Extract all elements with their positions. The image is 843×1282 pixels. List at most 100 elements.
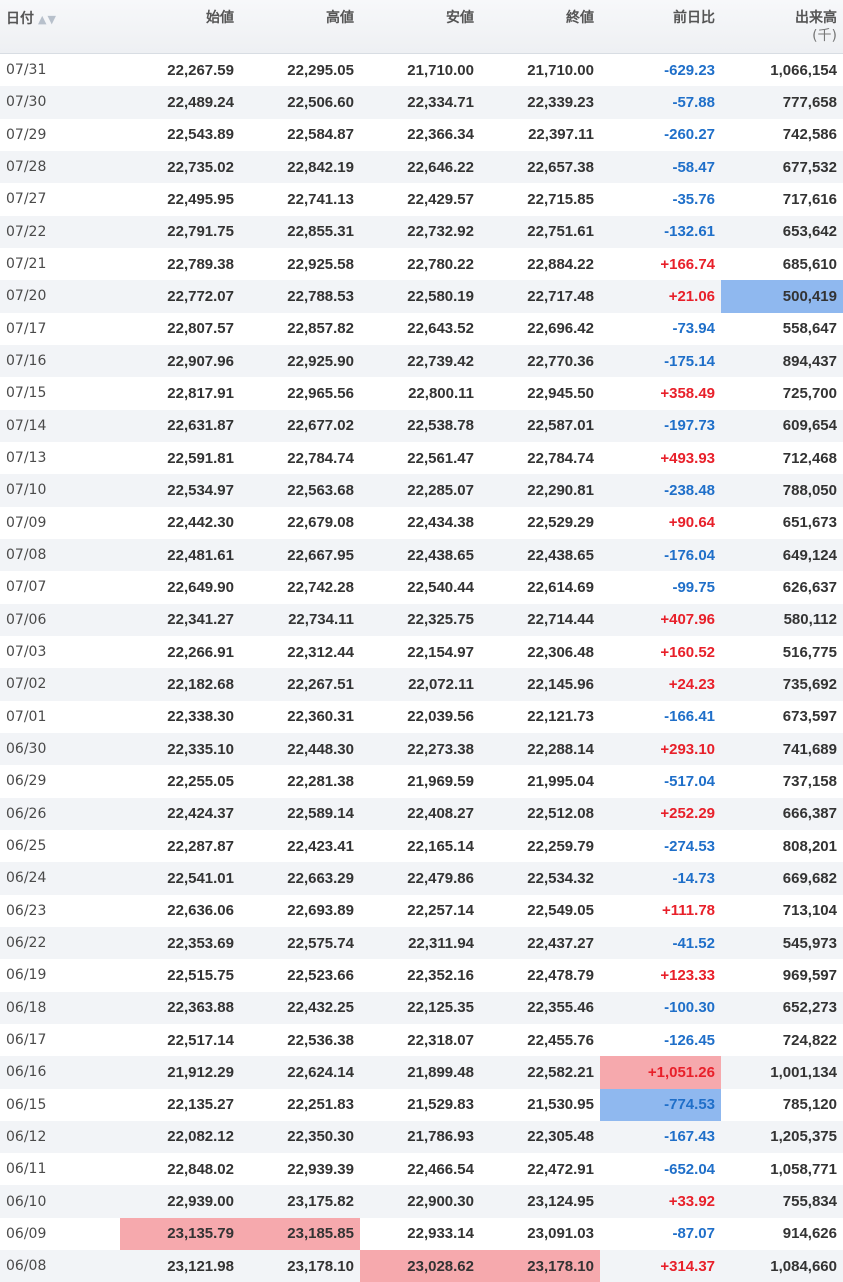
table-row: 07/2822,735.0222,842.1922,646.2222,657.3… [0, 151, 843, 183]
open-cell: 22,534.97 [120, 474, 240, 506]
close-cell: 22,305.48 [480, 1121, 600, 1153]
open-cell: 22,481.61 [120, 539, 240, 571]
low-cell: 21,529.83 [360, 1089, 480, 1121]
high-cell: 22,667.95 [240, 539, 360, 571]
sort-arrows-icon[interactable]: ▲▼ [38, 13, 57, 26]
low-cell: 22,072.11 [360, 668, 480, 700]
open-cell: 22,424.37 [120, 798, 240, 830]
low-cell: 22,580.19 [360, 280, 480, 312]
date-cell: 06/25 [0, 830, 120, 862]
date-column-header[interactable]: 日付▲▼ [0, 0, 120, 54]
change-cell: +24.23 [600, 668, 721, 700]
low-cell: 22,643.52 [360, 313, 480, 345]
table-row: 06/0823,121.9823,178.1023,028.6223,178.1… [0, 1250, 843, 1282]
volume-cell: 713,104 [721, 895, 843, 927]
table-row: 06/2322,636.0622,693.8922,257.1422,549.0… [0, 895, 843, 927]
high-cell: 22,734.11 [240, 604, 360, 636]
table-row: 07/0322,266.9122,312.4422,154.9722,306.4… [0, 636, 843, 668]
high-cell: 22,842.19 [240, 151, 360, 183]
table-row: 06/2422,541.0122,663.2922,479.8622,534.3… [0, 862, 843, 894]
date-cell: 07/22 [0, 216, 120, 248]
close-cell: 21,530.95 [480, 1089, 600, 1121]
table-row: 07/0222,182.6822,267.5122,072.1122,145.9… [0, 668, 843, 700]
open-cell: 22,341.27 [120, 604, 240, 636]
close-cell: 22,714.44 [480, 604, 600, 636]
open-cell: 22,817.91 [120, 377, 240, 409]
change-cell: -57.88 [600, 86, 721, 118]
low-cell: 22,125.35 [360, 992, 480, 1024]
table-row: 07/0922,442.3022,679.0822,434.3822,529.2… [0, 507, 843, 539]
date-cell: 07/03 [0, 636, 120, 668]
high-cell: 23,178.10 [240, 1250, 360, 1282]
close-cell: 23,124.95 [480, 1185, 600, 1217]
volume-cell: 677,532 [721, 151, 843, 183]
low-cell: 22,933.14 [360, 1218, 480, 1250]
table-body: 07/3122,267.5922,295.0521,710.0021,710.0… [0, 54, 843, 1282]
open-cell: 22,082.12 [120, 1121, 240, 1153]
low-cell: 22,479.86 [360, 862, 480, 894]
close-cell: 22,657.38 [480, 151, 600, 183]
low-cell: 22,780.22 [360, 248, 480, 280]
low-cell: 22,739.42 [360, 345, 480, 377]
high-cell: 22,575.74 [240, 927, 360, 959]
low-cell: 22,540.44 [360, 571, 480, 603]
close-cell: 22,549.05 [480, 895, 600, 927]
open-cell: 22,489.24 [120, 86, 240, 118]
high-cell: 22,360.31 [240, 701, 360, 733]
volume-cell: 914,626 [721, 1218, 843, 1250]
close-cell: 22,582.21 [480, 1056, 600, 1088]
table-row: 06/1522,135.2722,251.8321,529.8321,530.9… [0, 1089, 843, 1121]
close-cell: 22,355.46 [480, 992, 600, 1024]
date-cell: 07/31 [0, 54, 120, 87]
close-cell: 22,437.27 [480, 927, 600, 959]
table-row: 06/1621,912.2922,624.1421,899.4822,582.2… [0, 1056, 843, 1088]
table-row: 06/2922,255.0522,281.3821,969.5921,995.0… [0, 765, 843, 797]
open-cell: 22,363.88 [120, 992, 240, 1024]
low-cell: 22,318.07 [360, 1024, 480, 1056]
volume-cell: 652,273 [721, 992, 843, 1024]
table-row: 07/1022,534.9722,563.6822,285.0722,290.8… [0, 474, 843, 506]
open-cell: 22,541.01 [120, 862, 240, 894]
date-cell: 07/20 [0, 280, 120, 312]
date-cell: 07/15 [0, 377, 120, 409]
open-cell: 22,287.87 [120, 830, 240, 862]
open-cell: 22,543.89 [120, 119, 240, 151]
low-cell: 22,466.54 [360, 1153, 480, 1185]
date-cell: 07/01 [0, 701, 120, 733]
low-cell: 22,732.92 [360, 216, 480, 248]
table-row: 07/2022,772.0722,788.5322,580.1922,717.4… [0, 280, 843, 312]
low-cell: 22,900.30 [360, 1185, 480, 1217]
date-cell: 07/02 [0, 668, 120, 700]
close-cell: 22,512.08 [480, 798, 600, 830]
date-cell: 07/08 [0, 539, 120, 571]
low-cell: 21,710.00 [360, 54, 480, 87]
open-cell: 22,791.75 [120, 216, 240, 248]
open-cell: 22,266.91 [120, 636, 240, 668]
volume-cell: 666,387 [721, 798, 843, 830]
close-cell: 22,945.50 [480, 377, 600, 409]
open-cell: 22,907.96 [120, 345, 240, 377]
open-cell: 23,135.79 [120, 1218, 240, 1250]
change-cell: -87.07 [600, 1218, 721, 1250]
table-row: 07/0822,481.6122,667.9522,438.6522,438.6… [0, 539, 843, 571]
table-row: 07/2722,495.9522,741.1322,429.5722,715.8… [0, 183, 843, 215]
close-cell: 22,884.22 [480, 248, 600, 280]
open-cell: 22,631.87 [120, 410, 240, 442]
close-cell: 22,397.11 [480, 119, 600, 151]
open-cell: 22,517.14 [120, 1024, 240, 1056]
date-cell: 07/13 [0, 442, 120, 474]
date-cell: 06/22 [0, 927, 120, 959]
low-cell: 22,325.75 [360, 604, 480, 636]
open-cell: 22,789.38 [120, 248, 240, 280]
date-cell: 06/16 [0, 1056, 120, 1088]
close-cell: 21,995.04 [480, 765, 600, 797]
open-cell: 23,121.98 [120, 1250, 240, 1282]
high-cell: 22,251.83 [240, 1089, 360, 1121]
high-cell: 22,741.13 [240, 183, 360, 215]
change-cell: -260.27 [600, 119, 721, 151]
date-cell: 07/29 [0, 119, 120, 151]
close-cell: 22,290.81 [480, 474, 600, 506]
change-cell: +358.49 [600, 377, 721, 409]
change-cell: -197.73 [600, 410, 721, 442]
change-cell: -176.04 [600, 539, 721, 571]
